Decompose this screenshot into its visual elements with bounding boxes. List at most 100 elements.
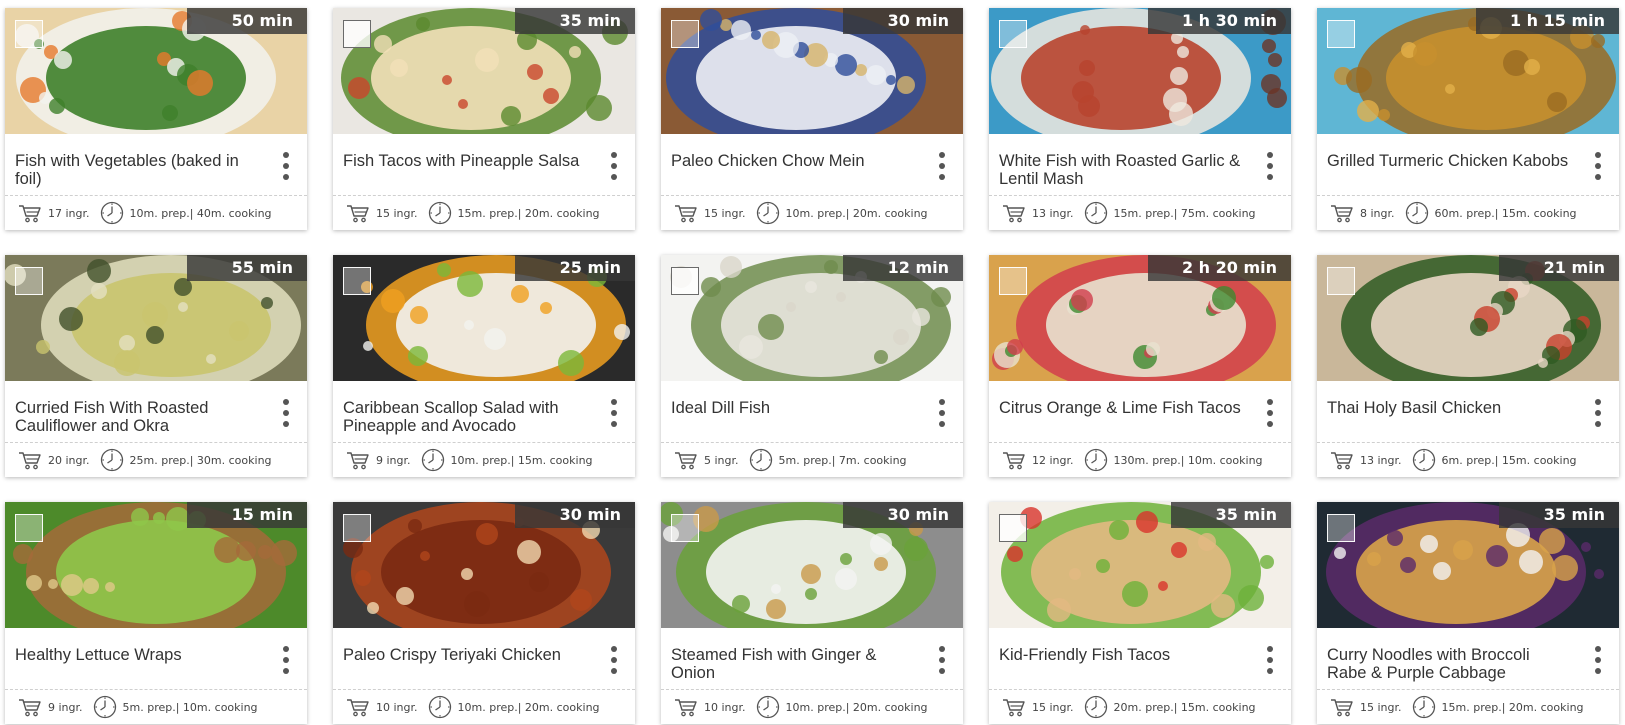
select-checkbox[interactable] (671, 20, 699, 48)
recipe-card[interactable]: 35 min Kid-Friendly Fish Tacos 15 ingr. … (989, 502, 1291, 724)
recipe-image[interactable]: 30 min (661, 8, 963, 134)
clock-icon (1412, 448, 1435, 472)
recipe-title[interactable]: Citrus Orange & Lime Fish Tacos (999, 399, 1245, 417)
ingredients-count: 9 ingr. (18, 697, 83, 717)
recipe-card[interactable]: 35 min Fish Tacos with Pineapple Salsa 1… (333, 8, 635, 230)
select-checkbox[interactable] (343, 267, 371, 295)
cart-icon (347, 452, 369, 470)
recipe-title[interactable]: Paleo Crispy Teriyaki Chicken (343, 646, 589, 664)
more-vertical-icon[interactable] (1265, 646, 1275, 674)
recipe-card[interactable]: 30 min Steamed Fish with Ginger & Onion … (661, 502, 963, 724)
select-checkbox[interactable] (671, 267, 699, 295)
recipe-image[interactable]: 21 min (1317, 255, 1619, 381)
prep-cook-label: 6m. prep.| 15m. cooking (1441, 453, 1577, 467)
select-checkbox[interactable] (1327, 267, 1355, 295)
recipe-image[interactable]: 15 min (5, 502, 307, 628)
more-vertical-icon[interactable] (1265, 152, 1275, 180)
more-vertical-icon[interactable] (609, 399, 619, 427)
recipe-title[interactable]: Fish with Vegetables (baked in foil) (15, 152, 261, 188)
recipe-card[interactable]: 21 min Thai Holy Basil Chicken 13 ingr. … (1317, 255, 1619, 477)
ingredients-label: 20 ingr. (48, 453, 90, 467)
recipe-image[interactable]: 2 h 20 min (989, 255, 1291, 381)
recipe-meta: 10 ingr. 10m. prep.| 20m. cooking (661, 690, 963, 724)
clock-icon (1412, 695, 1435, 719)
recipe-title[interactable]: Steamed Fish with Ginger & Onion (671, 646, 917, 682)
more-vertical-icon[interactable] (281, 646, 291, 674)
prep-cook-label: 5m. prep.| 10m. cooking (122, 700, 258, 714)
recipe-card[interactable]: 30 min Paleo Chicken Chow Mein 15 ingr. … (661, 8, 963, 230)
ingredients-label: 15 ingr. (376, 206, 418, 220)
more-vertical-icon[interactable] (1593, 399, 1603, 427)
recipe-image[interactable]: 55 min (5, 255, 307, 381)
prep-cook-time: 15m. prep.| 20m. cooking (1412, 695, 1584, 719)
prep-cook-label: 5m. prep.| 7m. cooking (778, 453, 907, 467)
more-vertical-icon[interactable] (609, 152, 619, 180)
prep-cook-time: 5m. prep.| 10m. cooking (93, 695, 258, 719)
recipe-title[interactable]: Kid-Friendly Fish Tacos (999, 646, 1245, 664)
select-checkbox[interactable] (15, 20, 43, 48)
recipe-card[interactable]: 55 min Curried Fish With Roasted Caulifl… (5, 255, 307, 477)
select-checkbox[interactable] (999, 514, 1027, 542)
recipe-title[interactable]: Caribbean Scallop Salad with Pineapple a… (343, 399, 589, 435)
recipe-title-row: Citrus Orange & Lime Fish Tacos (989, 381, 1291, 443)
more-vertical-icon[interactable] (609, 646, 619, 674)
recipe-image[interactable]: 35 min (989, 502, 1291, 628)
recipe-title[interactable]: Curried Fish With Roasted Cauliflower an… (15, 399, 261, 435)
ingredients-count: 12 ingr. (1002, 450, 1074, 470)
more-vertical-icon[interactable] (937, 646, 947, 674)
recipe-title[interactable]: Grilled Turmeric Chicken Kabobs (1327, 152, 1573, 170)
recipe-image[interactable]: 1 h 30 min (989, 8, 1291, 134)
select-checkbox[interactable] (1327, 20, 1355, 48)
more-vertical-icon[interactable] (281, 399, 291, 427)
recipe-card[interactable]: 2 h 20 min Citrus Orange & Lime Fish Tac… (989, 255, 1291, 477)
more-vertical-icon[interactable] (937, 152, 947, 180)
recipe-image[interactable]: 35 min (1317, 502, 1619, 628)
recipe-title[interactable]: Ideal Dill Fish (671, 399, 917, 417)
more-vertical-icon[interactable] (1593, 646, 1603, 674)
select-checkbox[interactable] (343, 20, 371, 48)
recipe-image[interactable]: 30 min (661, 502, 963, 628)
ingredients-label: 15 ingr. (1360, 700, 1402, 714)
recipe-title[interactable]: Thai Holy Basil Chicken (1327, 399, 1573, 417)
prep-cook-time: 15m. prep.| 20m. cooking (428, 201, 600, 225)
select-checkbox[interactable] (999, 20, 1027, 48)
select-checkbox[interactable] (15, 514, 43, 542)
more-vertical-icon[interactable] (281, 152, 291, 180)
recipe-title[interactable]: Paleo Chicken Chow Mein (671, 152, 917, 170)
more-vertical-icon[interactable] (937, 399, 947, 427)
prep-cook-label: 10m. prep.| 20m. cooking (785, 206, 928, 220)
recipe-card[interactable]: 35 min Curry Noodles with Broccoli Rabe … (1317, 502, 1619, 724)
select-checkbox[interactable] (1327, 514, 1355, 542)
recipe-image[interactable]: 30 min (333, 502, 635, 628)
recipe-card[interactable]: 50 min Fish with Vegetables (baked in fo… (5, 8, 307, 230)
prep-cook-time: 6m. prep.| 15m. cooking (1412, 448, 1577, 472)
select-checkbox[interactable] (671, 514, 699, 542)
select-checkbox[interactable] (15, 267, 43, 295)
recipe-image[interactable]: 35 min (333, 8, 635, 134)
recipe-image[interactable]: 25 min (333, 255, 635, 381)
select-checkbox[interactable] (343, 514, 371, 542)
recipe-image[interactable]: 12 min (661, 255, 963, 381)
prep-cook-label: 25m. prep.| 30m. cooking (129, 453, 272, 467)
recipe-card[interactable]: 15 min Healthy Lettuce Wraps 9 ingr. 5m.… (5, 502, 307, 724)
more-vertical-icon[interactable] (1265, 399, 1275, 427)
recipe-title[interactable]: White Fish with Roasted Garlic & Lentil … (999, 152, 1245, 188)
recipe-card[interactable]: 1 h 30 min White Fish with Roasted Garli… (989, 8, 1291, 230)
ingredients-label: 9 ingr. (48, 700, 83, 714)
more-vertical-icon[interactable] (1593, 152, 1603, 180)
ingredients-label: 10 ingr. (704, 700, 746, 714)
recipe-card[interactable]: 30 min Paleo Crispy Teriyaki Chicken 10 … (333, 502, 635, 724)
recipe-title[interactable]: Curry Noodles with Broccoli Rabe & Purpl… (1327, 646, 1573, 682)
recipe-image[interactable]: 50 min (5, 8, 307, 134)
clock-icon (756, 201, 779, 225)
select-checkbox[interactable] (999, 267, 1027, 295)
recipe-title[interactable]: Fish Tacos with Pineapple Salsa (343, 152, 589, 170)
recipe-image[interactable]: 1 h 15 min (1317, 8, 1619, 134)
recipe-card[interactable]: 1 h 15 min Grilled Turmeric Chicken Kabo… (1317, 8, 1619, 230)
recipe-card[interactable]: 12 min Ideal Dill Fish 5 ingr. 5m. prep.… (661, 255, 963, 477)
recipe-title[interactable]: Healthy Lettuce Wraps (15, 646, 261, 664)
clock-icon (421, 448, 444, 472)
recipe-card[interactable]: 25 min Caribbean Scallop Salad with Pine… (333, 255, 635, 477)
recipe-meta: 9 ingr. 5m. prep.| 10m. cooking (5, 690, 307, 724)
ingredients-count: 5 ingr. (674, 450, 739, 470)
